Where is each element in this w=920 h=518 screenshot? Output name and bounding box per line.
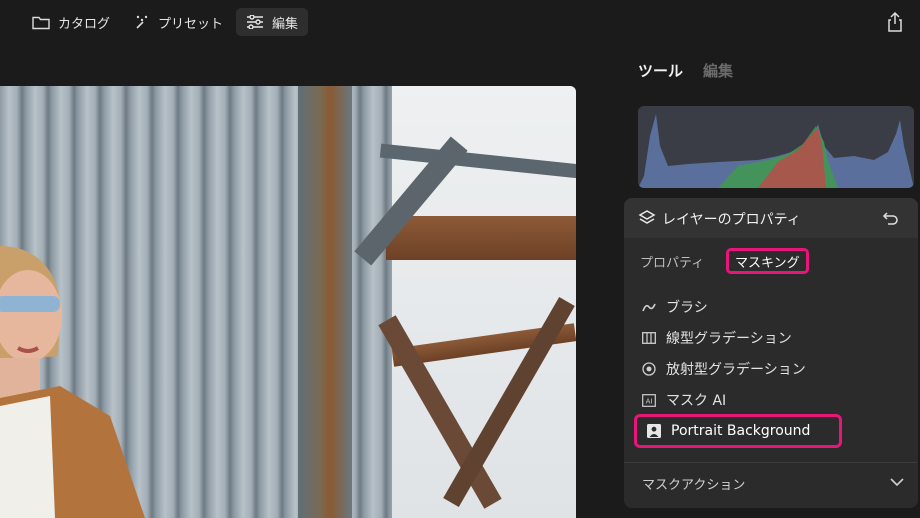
mask-item-linear-gradient[interactable]: 線型グラデーション <box>642 325 792 351</box>
catalog-button[interactable]: カタログ <box>22 8 120 36</box>
preset-button[interactable]: プリセット <box>124 8 233 36</box>
mask-item-label: ブラシ <box>666 300 708 316</box>
tab-tools[interactable]: ツール <box>638 60 683 81</box>
section-divider <box>624 462 918 463</box>
top-toolbar: カタログ プリセット 編集 <box>0 0 920 44</box>
share-icon <box>888 12 902 32</box>
layer-properties-header: レイヤーのプロパティ <box>624 198 918 238</box>
edit-button[interactable]: 編集 <box>236 8 309 36</box>
photo-portrait-subject <box>0 246 145 518</box>
chevron-down-icon[interactable] <box>890 478 904 487</box>
edit-label: 編集 <box>272 16 299 32</box>
portrait-icon <box>647 424 661 438</box>
mask-item-label: マスク AI <box>666 393 727 409</box>
subtab-properties[interactable]: プロパティ <box>634 248 710 274</box>
sparkle-icon <box>136 15 148 29</box>
linear-gradient-icon <box>642 331 656 345</box>
mask-item-portrait-background[interactable]: Portrait Background <box>634 414 842 448</box>
sliders-icon <box>247 15 263 29</box>
subtab-masking[interactable]: マスキング <box>726 248 809 274</box>
layers-icon <box>638 210 656 224</box>
layer-properties-title: レイヤーのプロパティ <box>662 212 801 228</box>
mask-actions-label[interactable]: マスクアクション <box>642 474 745 493</box>
radial-gradient-icon <box>642 362 656 376</box>
brush-icon <box>642 300 656 314</box>
histogram <box>638 106 914 188</box>
mask-item-mask-ai[interactable]: AI マスク AI <box>642 387 726 413</box>
ai-icon: AI <box>642 393 656 407</box>
mask-item-label: 線型グラデーション <box>666 331 792 347</box>
photo-beam <box>386 216 576 260</box>
layer-properties-panel: レイヤーのプロパティ プロパティ マスキング ブラシ 線型グラデーション 放射型… <box>624 198 918 508</box>
share-button[interactable] <box>884 10 906 34</box>
panel-tabs: ツール 編集 <box>638 60 733 81</box>
folder-icon <box>32 16 50 29</box>
tab-edit[interactable]: 編集 <box>703 60 733 81</box>
mask-item-label: 放射型グラデーション <box>666 362 806 378</box>
photo-rusty-pillar <box>298 86 352 518</box>
mask-item-radial-gradient[interactable]: 放射型グラデーション <box>642 356 806 382</box>
preset-label: プリセット <box>158 16 224 32</box>
mask-item-brush[interactable]: ブラシ <box>642 294 708 320</box>
undo-icon[interactable] <box>882 209 900 227</box>
catalog-label: カタログ <box>58 16 111 32</box>
mask-item-label: Portrait Background <box>671 423 811 439</box>
photo-canvas[interactable] <box>0 86 576 518</box>
svg-text:AI: AI <box>646 397 653 405</box>
